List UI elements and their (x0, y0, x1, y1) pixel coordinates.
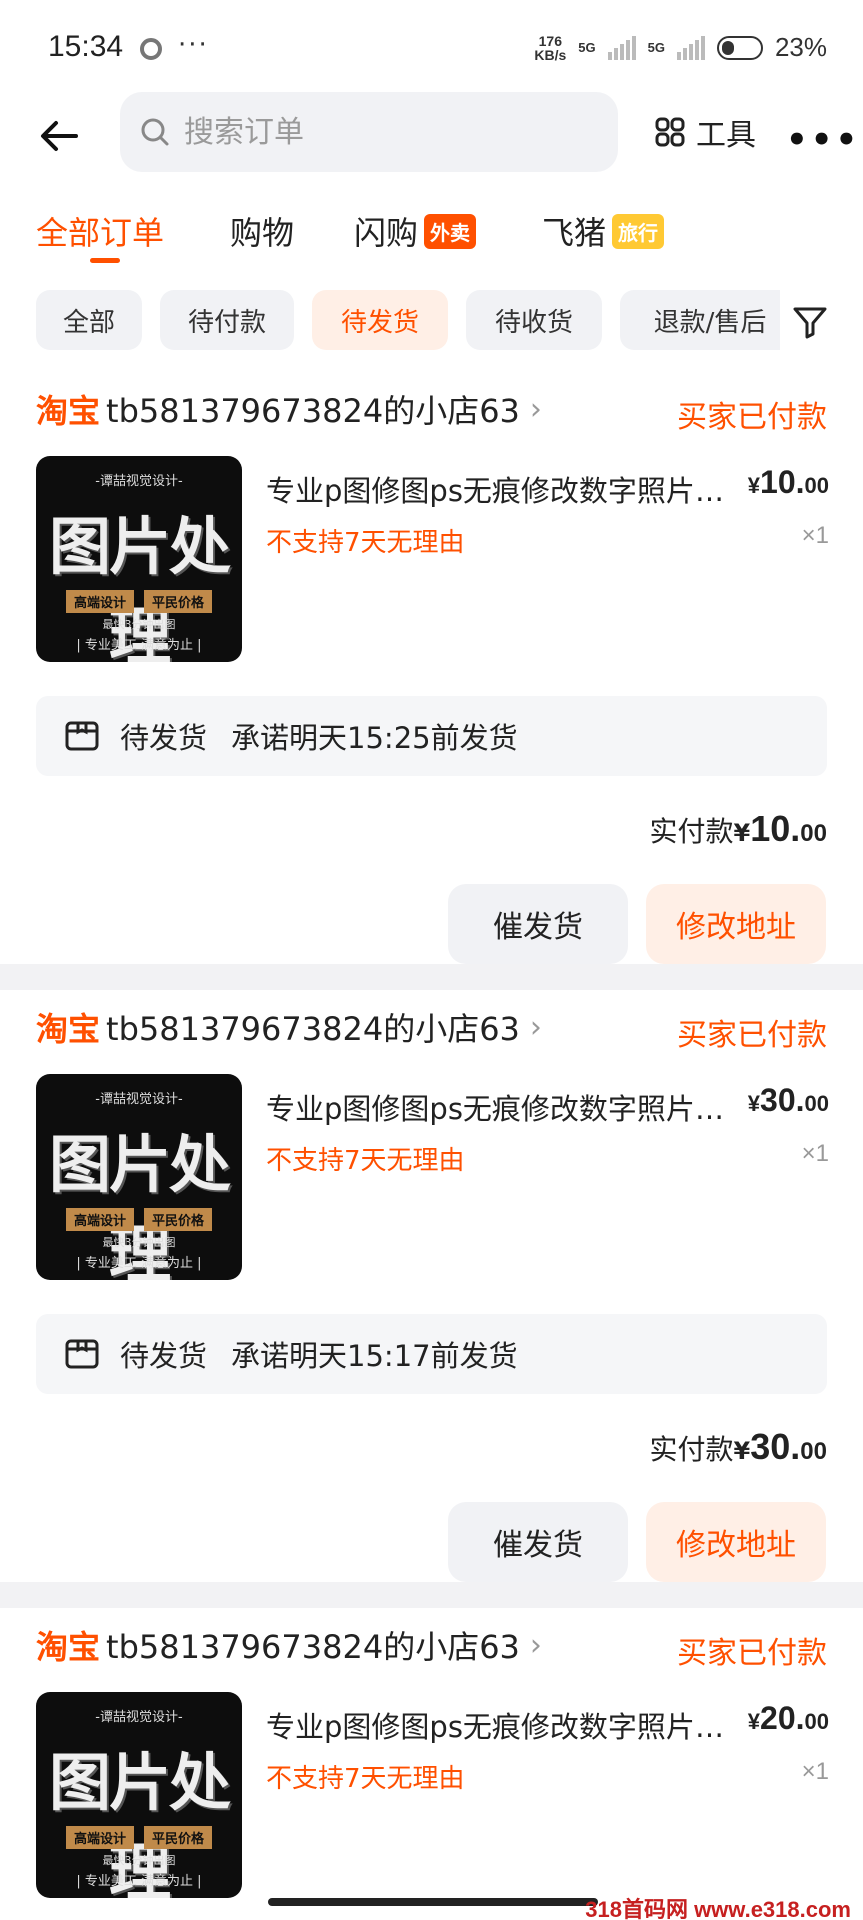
order-status: 买家已付款 (677, 1018, 827, 1053)
network-type-1: 5G (578, 40, 596, 55)
filter-row: 全部 待付款 待发货 待收货 退款/售后 (0, 280, 863, 372)
signal-icon (607, 35, 636, 60)
search-box[interactable] (120, 92, 618, 172)
paid-amount: 实付款 ¥30.00 (649, 1426, 827, 1467)
product-quantity: ×1 (801, 1140, 829, 1167)
more-options-button[interactable]: ••• (786, 120, 860, 160)
app-notification-icon (140, 38, 162, 60)
search-icon (141, 118, 169, 146)
back-button[interactable] (36, 112, 84, 160)
status-indicators: 176 KB/s 5G 5G 23% (534, 32, 827, 63)
signal-icon-2 (676, 35, 705, 60)
product-title[interactable]: 专业p图修图ps无痕修改数字照片图片处理 (266, 1704, 726, 1746)
shipping-info[interactable]: 待发货 承诺明天15:25前发货 (36, 696, 827, 776)
product-title[interactable]: 专业p图修图ps无痕修改数字照片图片处理 (266, 1086, 726, 1128)
taobao-logo: 淘宝 (36, 1010, 101, 1048)
shop-name: tb581379673824的小店63 (106, 1010, 520, 1048)
return-policy-note: 不支持7天无理由 (266, 1146, 465, 1176)
product-title[interactable]: 专业p图修图ps无痕修改数字照片图片处理 (266, 468, 726, 510)
more-notifications-icon: ··· (178, 30, 209, 60)
home-indicator[interactable] (268, 1898, 598, 1906)
travel-badge: 旅行 (612, 213, 665, 249)
order-card[interactable]: 淘宝 tb581379673824的小店63 › 买家已付款 -谭喆视觉设计- … (0, 990, 863, 1582)
order-status: 买家已付款 (677, 1636, 827, 1671)
return-policy-note: 不支持7天无理由 (266, 528, 465, 558)
tab-fliggy[interactable]: 飞猪 旅行 (542, 208, 665, 254)
product-price: ¥30.00 (747, 1082, 829, 1118)
order-card[interactable]: 淘宝 tb581379673824的小店63 › 买家已付款 -谭喆视觉设计- … (0, 1608, 863, 1920)
tab-shopping[interactable]: 购物 (230, 208, 294, 254)
status-time: 15:34 (48, 30, 124, 63)
filter-pending-payment[interactable]: 待付款 (160, 290, 294, 350)
product-thumbnail[interactable]: -谭喆视觉设计- 图片处理 高端设计 平民价格 最快3分钟出图 | 专业美工 满意… (36, 1074, 242, 1280)
shop-name: tb581379673824的小店63 (106, 1628, 520, 1666)
order-card[interactable]: 淘宝 tb581379673824的小店63 › 买家已付款 -谭喆视觉设计- … (0, 372, 863, 964)
return-policy-note: 不支持7天无理由 (266, 1764, 465, 1794)
shipping-promise: 承诺明天15:25前发货 (231, 721, 518, 755)
product-price: ¥20.00 (747, 1700, 829, 1736)
shop-name: tb581379673824的小店63 (106, 392, 520, 430)
product-thumbnail[interactable]: -谭喆视觉设计- 图片处理 高端设计 平民价格 最快3分钟出图 | 专业美工 满意… (36, 1692, 242, 1898)
network-type-2: 5G (647, 40, 665, 55)
shipping-promise: 承诺明天15:17前发货 (231, 1339, 518, 1373)
chevron-right-icon: › (529, 1627, 542, 1663)
watermark: 318首码网 www.e318.com (585, 1897, 851, 1920)
taobao-logo: 淘宝 (36, 392, 101, 430)
search-input[interactable] (184, 114, 564, 150)
filter-refund[interactable]: 退款/售后 (620, 290, 780, 350)
battery-icon (716, 35, 763, 60)
chevron-right-icon: › (529, 1009, 542, 1045)
tools-button[interactable]: 工具 (654, 110, 756, 154)
back-arrow-icon (41, 121, 78, 151)
product-price: ¥10.00 (747, 464, 829, 500)
chevron-right-icon: › (529, 391, 542, 427)
shipping-info[interactable]: 待发货 承诺明天15:17前发货 (36, 1314, 827, 1394)
urge-shipment-button[interactable]: 催发货 (448, 1502, 628, 1582)
product-quantity: ×1 (801, 1758, 829, 1785)
shipping-status: 待发货 (120, 721, 208, 755)
status-bar: 15:34 ··· 176 KB/s 5G 5G 23% (0, 0, 863, 92)
shop-link[interactable]: 淘宝 tb581379673824的小店63 › (36, 1622, 542, 1668)
paid-amount: 实付款 ¥10.00 (649, 808, 827, 849)
change-address-button[interactable]: 修改地址 (646, 884, 826, 964)
takeout-badge: 外卖 (424, 213, 477, 249)
tab-flash-buy[interactable]: 闪购 外卖 (354, 208, 477, 254)
filter-all[interactable]: 全部 (36, 290, 142, 350)
order-status: 买家已付款 (677, 400, 827, 435)
network-speed: 176 KB/s (534, 32, 567, 63)
urge-shipment-button[interactable]: 催发货 (448, 884, 628, 964)
package-icon (65, 721, 99, 751)
tab-all-orders[interactable]: 全部订单 (36, 208, 164, 254)
product-quantity: ×1 (801, 522, 829, 549)
taobao-logo: 淘宝 (36, 1628, 101, 1666)
grid-icon (655, 117, 685, 147)
shop-link[interactable]: 淘宝 tb581379673824的小店63 › (36, 386, 542, 432)
shipping-status: 待发货 (120, 1339, 208, 1373)
package-icon (65, 1339, 99, 1369)
filter-pending-receipt[interactable]: 待收货 (466, 290, 602, 350)
funnel-icon (793, 307, 827, 339)
header: 工具 ••• (0, 92, 863, 200)
filter-button[interactable] (790, 302, 830, 342)
battery-percent: 23% (774, 32, 827, 62)
change-address-button[interactable]: 修改地址 (646, 1502, 826, 1582)
main-tabs: 全部订单 购物 闪购 外卖 飞猪 旅行 (0, 200, 863, 280)
shop-link[interactable]: 淘宝 tb581379673824的小店63 › (36, 1004, 542, 1050)
filter-pending-shipment[interactable]: 待发货 (312, 290, 448, 350)
product-thumbnail[interactable]: -谭喆视觉设计- 图片处理 高端设计 平民价格 最快3分钟出图 | 专业美工 满意… (36, 456, 242, 662)
active-tab-indicator (90, 258, 120, 263)
tools-label: 工具 (696, 118, 756, 153)
